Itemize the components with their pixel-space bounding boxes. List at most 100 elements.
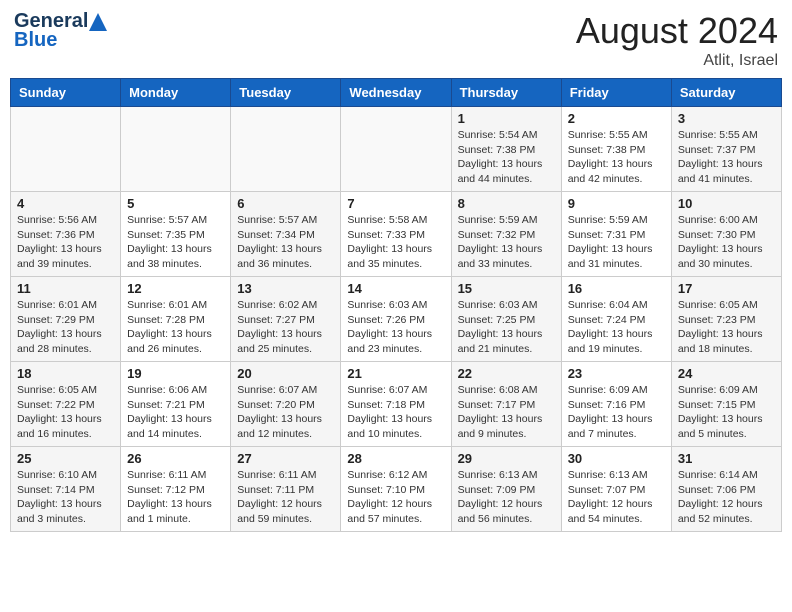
day-info: Sunrise: 5:54 AM Sunset: 7:38 PM Dayligh… — [458, 128, 555, 187]
day-number: 1 — [458, 111, 555, 126]
table-cell: 15 Sunrise: 6:03 AM Sunset: 7:25 PM Dayli… — [451, 277, 561, 362]
day-number: 25 — [17, 451, 114, 466]
day-info: Sunrise: 6:01 AM Sunset: 7:28 PM Dayligh… — [127, 298, 224, 357]
table-cell: 1 Sunrise: 5:54 AM Sunset: 7:38 PM Daylig… — [451, 107, 561, 192]
col-monday: Monday — [121, 79, 231, 107]
day-info: Sunrise: 6:13 AM Sunset: 7:07 PM Dayligh… — [568, 468, 665, 527]
title-section: August 2024 Atlit, Israel — [576, 10, 778, 70]
day-number: 2 — [568, 111, 665, 126]
week-row-1: 1 Sunrise: 5:54 AM Sunset: 7:38 PM Daylig… — [11, 107, 782, 192]
table-cell: 25 Sunrise: 6:10 AM Sunset: 7:14 PM Dayli… — [11, 447, 121, 532]
table-cell: 19 Sunrise: 6:06 AM Sunset: 7:21 PM Dayli… — [121, 362, 231, 447]
day-info: Sunrise: 6:14 AM Sunset: 7:06 PM Dayligh… — [678, 468, 775, 527]
day-info: Sunrise: 5:56 AM Sunset: 7:36 PM Dayligh… — [17, 213, 114, 272]
table-cell — [231, 107, 341, 192]
day-number: 19 — [127, 366, 224, 381]
week-row-5: 25 Sunrise: 6:10 AM Sunset: 7:14 PM Dayli… — [11, 447, 782, 532]
day-number: 30 — [568, 451, 665, 466]
day-number: 26 — [127, 451, 224, 466]
table-cell — [121, 107, 231, 192]
table-cell: 13 Sunrise: 6:02 AM Sunset: 7:27 PM Dayli… — [231, 277, 341, 362]
day-number: 6 — [237, 196, 334, 211]
table-cell: 7Sunrise: 5:58 AM Sunset: 7:33 PM Daylig… — [341, 192, 451, 277]
day-info: Sunrise: 6:05 AM Sunset: 7:22 PM Dayligh… — [17, 383, 114, 442]
day-info: Sunrise: 6:03 AM Sunset: 7:25 PM Dayligh… — [458, 298, 555, 357]
col-sunday: Sunday — [11, 79, 121, 107]
day-info: Sunrise: 6:07 AM Sunset: 7:18 PM Dayligh… — [347, 383, 444, 442]
col-friday: Friday — [561, 79, 671, 107]
table-cell: 31Sunrise: 6:14 AM Sunset: 7:06 PM Dayli… — [671, 447, 781, 532]
table-cell: 22 Sunrise: 6:08 AM Sunset: 7:17 PM Dayli… — [451, 362, 561, 447]
day-number: 17 — [678, 281, 775, 296]
table-cell: 21 Sunrise: 6:07 AM Sunset: 7:18 PM Dayli… — [341, 362, 451, 447]
table-cell — [11, 107, 121, 192]
day-number: 21 — [347, 366, 444, 381]
day-info: Sunrise: 6:06 AM Sunset: 7:21 PM Dayligh… — [127, 383, 224, 442]
table-cell: 10 Sunrise: 6:00 AM Sunset: 7:30 PM Dayli… — [671, 192, 781, 277]
day-number: 12 — [127, 281, 224, 296]
table-cell — [341, 107, 451, 192]
col-tuesday: Tuesday — [231, 79, 341, 107]
day-number: 10 — [678, 196, 775, 211]
logo-icon — [89, 13, 107, 31]
day-info: Sunrise: 5:55 AM Sunset: 7:37 PM Dayligh… — [678, 128, 775, 187]
day-number: 3 — [678, 111, 775, 126]
day-info: Sunrise: 6:03 AM Sunset: 7:26 PM Dayligh… — [347, 298, 444, 357]
day-info: Sunrise: 5:59 AM Sunset: 7:31 PM Dayligh… — [568, 213, 665, 272]
day-info: Sunrise: 5:55 AM Sunset: 7:38 PM Dayligh… — [568, 128, 665, 187]
table-cell: 27 Sunrise: 6:11 AM Sunset: 7:11 PM Dayli… — [231, 447, 341, 532]
calendar-header-row: Sunday Monday Tuesday Wednesday Thursday… — [11, 79, 782, 107]
table-cell: 9Sunrise: 5:59 AM Sunset: 7:31 PM Daylig… — [561, 192, 671, 277]
day-info: Sunrise: 6:13 AM Sunset: 7:09 PM Dayligh… — [458, 468, 555, 527]
day-number: 11 — [17, 281, 114, 296]
day-number: 28 — [347, 451, 444, 466]
page-header: General Blue August 2024 Atlit, Israel — [10, 10, 782, 70]
day-info: Sunrise: 6:09 AM Sunset: 7:16 PM Dayligh… — [568, 383, 665, 442]
day-info: Sunrise: 6:05 AM Sunset: 7:23 PM Dayligh… — [678, 298, 775, 357]
table-cell: 28 Sunrise: 6:12 AM Sunset: 7:10 PM Dayli… — [341, 447, 451, 532]
table-cell: 24 Sunrise: 6:09 AM Sunset: 7:15 PM Dayli… — [671, 362, 781, 447]
day-number: 15 — [458, 281, 555, 296]
day-info: Sunrise: 5:58 AM Sunset: 7:33 PM Dayligh… — [347, 213, 444, 272]
day-info: Sunrise: 6:08 AM Sunset: 7:17 PM Dayligh… — [458, 383, 555, 442]
day-info: Sunrise: 5:57 AM Sunset: 7:35 PM Dayligh… — [127, 213, 224, 272]
table-cell: 2 Sunrise: 5:55 AM Sunset: 7:38 PM Daylig… — [561, 107, 671, 192]
day-number: 4 — [17, 196, 114, 211]
logo: General Blue — [14, 10, 107, 52]
day-info: Sunrise: 6:11 AM Sunset: 7:12 PM Dayligh… — [127, 468, 224, 527]
day-info: Sunrise: 6:02 AM Sunset: 7:27 PM Dayligh… — [237, 298, 334, 357]
table-cell: 11 Sunrise: 6:01 AM Sunset: 7:29 PM Dayli… — [11, 277, 121, 362]
day-number: 14 — [347, 281, 444, 296]
day-info: Sunrise: 6:09 AM Sunset: 7:15 PM Dayligh… — [678, 383, 775, 442]
table-cell: 29Sunrise: 6:13 AM Sunset: 7:09 PM Dayli… — [451, 447, 561, 532]
month-year-title: August 2024 — [576, 10, 778, 52]
day-number: 27 — [237, 451, 334, 466]
day-info: Sunrise: 6:11 AM Sunset: 7:11 PM Dayligh… — [237, 468, 334, 527]
table-cell: 3 Sunrise: 5:55 AM Sunset: 7:37 PM Daylig… — [671, 107, 781, 192]
day-info: Sunrise: 5:59 AM Sunset: 7:32 PM Dayligh… — [458, 213, 555, 272]
day-number: 22 — [458, 366, 555, 381]
day-info: Sunrise: 6:12 AM Sunset: 7:10 PM Dayligh… — [347, 468, 444, 527]
table-cell: 17 Sunrise: 6:05 AM Sunset: 7:23 PM Dayli… — [671, 277, 781, 362]
day-info: Sunrise: 6:00 AM Sunset: 7:30 PM Dayligh… — [678, 213, 775, 272]
day-info: Sunrise: 6:10 AM Sunset: 7:14 PM Dayligh… — [17, 468, 114, 527]
day-number: 20 — [237, 366, 334, 381]
col-saturday: Saturday — [671, 79, 781, 107]
week-row-2: 4 Sunrise: 5:56 AM Sunset: 7:36 PM Daylig… — [11, 192, 782, 277]
day-info: Sunrise: 5:57 AM Sunset: 7:34 PM Dayligh… — [237, 213, 334, 272]
day-info: Sunrise: 6:04 AM Sunset: 7:24 PM Dayligh… — [568, 298, 665, 357]
table-cell: 23Sunrise: 6:09 AM Sunset: 7:16 PM Dayli… — [561, 362, 671, 447]
table-cell: 30 Sunrise: 6:13 AM Sunset: 7:07 PM Dayli… — [561, 447, 671, 532]
table-cell: 12 Sunrise: 6:01 AM Sunset: 7:28 PM Dayli… — [121, 277, 231, 362]
day-number: 5 — [127, 196, 224, 211]
table-cell: 16 Sunrise: 6:04 AM Sunset: 7:24 PM Dayli… — [561, 277, 671, 362]
day-number: 18 — [17, 366, 114, 381]
day-number: 16 — [568, 281, 665, 296]
logo-blue-text: Blue — [14, 29, 57, 52]
day-number: 13 — [237, 281, 334, 296]
day-number: 24 — [678, 366, 775, 381]
day-info: Sunrise: 6:01 AM Sunset: 7:29 PM Dayligh… — [17, 298, 114, 357]
day-number: 8 — [458, 196, 555, 211]
day-info: Sunrise: 6:07 AM Sunset: 7:20 PM Dayligh… — [237, 383, 334, 442]
table-cell: 20 Sunrise: 6:07 AM Sunset: 7:20 PM Dayli… — [231, 362, 341, 447]
